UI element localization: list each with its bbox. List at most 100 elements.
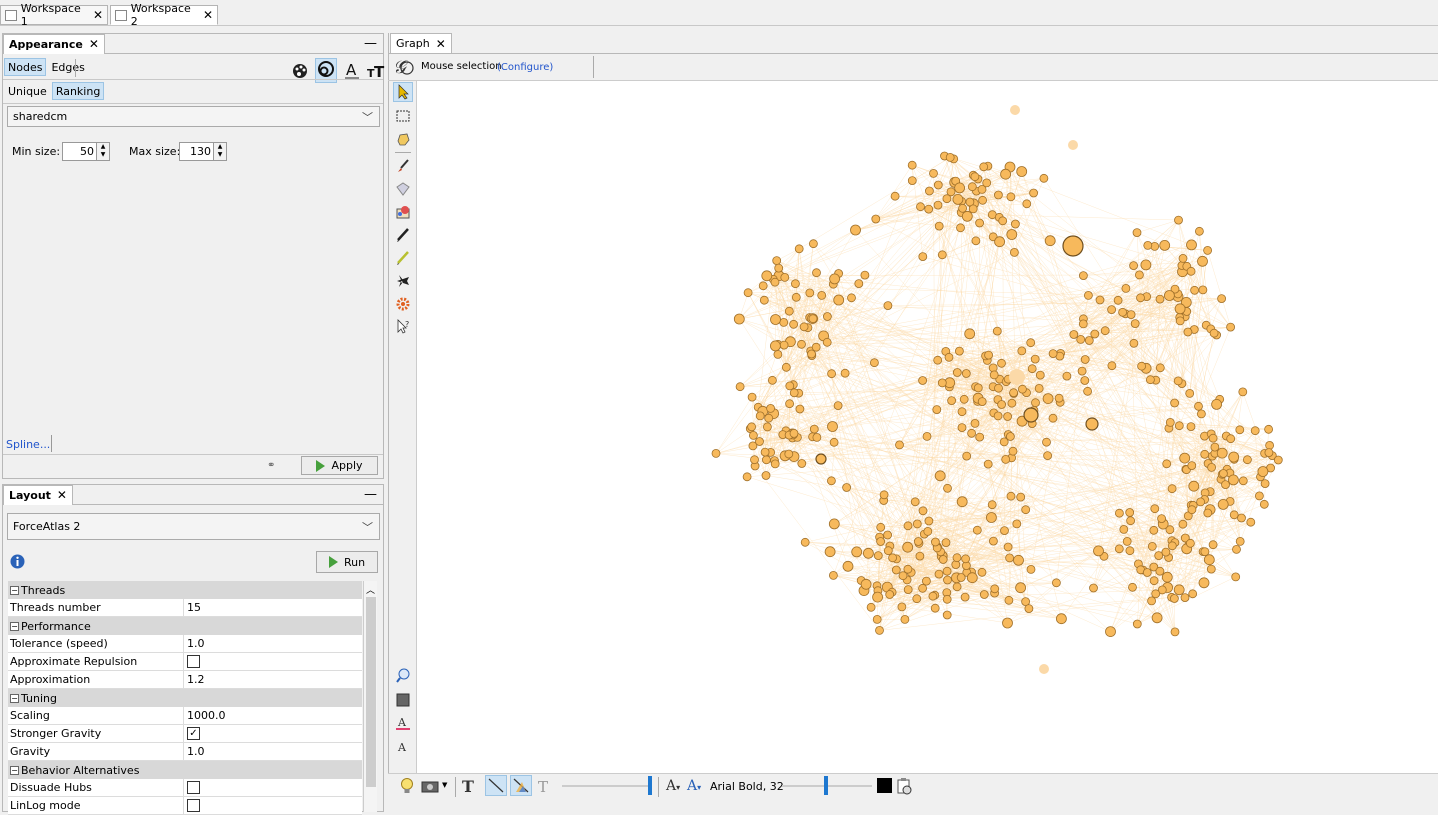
graph-node[interactable] xyxy=(1043,394,1053,404)
graph-node[interactable] xyxy=(1168,485,1176,493)
graph-node[interactable] xyxy=(930,169,938,177)
collapse-icon[interactable]: − xyxy=(10,586,19,595)
graph-node[interactable] xyxy=(1031,355,1039,363)
graph-node[interactable] xyxy=(1230,511,1238,519)
graph-node[interactable] xyxy=(1123,537,1131,545)
graph-node[interactable] xyxy=(1122,284,1130,292)
run-button[interactable]: Run xyxy=(316,551,378,573)
graph-node[interactable] xyxy=(961,593,969,601)
graph-node[interactable] xyxy=(1152,590,1160,598)
graph-node[interactable] xyxy=(1229,452,1239,462)
graph-node[interactable] xyxy=(841,369,849,377)
graph-node[interactable] xyxy=(1170,595,1178,603)
graph-node[interactable] xyxy=(873,592,883,602)
graph-node[interactable] xyxy=(829,571,837,579)
tab-layout[interactable]: Layout ✕ xyxy=(3,485,73,505)
min-size-stepper[interactable]: ▲▼ xyxy=(62,142,110,161)
configure-link[interactable]: (Configure) xyxy=(497,62,553,73)
graph-node[interactable] xyxy=(1101,327,1109,335)
graph-node[interactable] xyxy=(843,561,853,571)
airplane-icon[interactable] xyxy=(395,273,411,289)
graph-node[interactable] xyxy=(768,376,776,384)
graph-node[interactable] xyxy=(1030,189,1038,197)
max-size-input[interactable] xyxy=(180,143,213,160)
zoom-fit-icon[interactable] xyxy=(395,668,411,684)
graph-node[interactable] xyxy=(795,245,803,253)
graph-node[interactable] xyxy=(744,289,752,297)
graph-node[interactable] xyxy=(1260,500,1268,508)
graph-node[interactable] xyxy=(989,537,997,545)
graph-node[interactable] xyxy=(990,371,998,379)
graph-node[interactable] xyxy=(1274,456,1282,464)
graph-node[interactable] xyxy=(872,215,880,223)
graph-hub-node[interactable] xyxy=(1063,236,1083,256)
graph-node[interactable] xyxy=(801,538,809,546)
graph-node[interactable] xyxy=(935,222,943,230)
chevron-down-icon[interactable]: ▼ xyxy=(442,781,447,789)
graph-node[interactable] xyxy=(1049,414,1057,422)
graph-node[interactable] xyxy=(1251,427,1259,435)
graph-node[interactable] xyxy=(953,369,961,377)
stepper-arrows-icon[interactable]: ▲▼ xyxy=(96,143,109,160)
graph-node[interactable] xyxy=(1188,462,1196,470)
graph-node[interactable] xyxy=(938,379,946,387)
graph-node[interactable] xyxy=(988,501,996,509)
graph-node[interactable] xyxy=(1266,441,1274,449)
linlog-mode-checkbox[interactable] xyxy=(187,799,200,812)
graph-node[interactable] xyxy=(946,153,954,161)
graph-node[interactable] xyxy=(1003,618,1013,628)
close-icon[interactable]: ✕ xyxy=(93,8,103,22)
network-graph[interactable] xyxy=(417,81,1438,773)
graph-node[interactable] xyxy=(925,205,933,213)
graph-node[interactable] xyxy=(785,307,793,315)
graph-node[interactable] xyxy=(911,498,919,506)
graph-node[interactable] xyxy=(748,393,756,401)
graph-node[interactable] xyxy=(1084,387,1092,395)
graph-node[interactable] xyxy=(957,497,967,507)
graph-node[interactable] xyxy=(962,370,970,378)
graph-node[interactable] xyxy=(955,347,963,355)
graph-node[interactable] xyxy=(886,591,894,599)
graph-node[interactable] xyxy=(1209,541,1217,549)
graph-node[interactable] xyxy=(1131,320,1139,328)
graph-node[interactable] xyxy=(1091,330,1099,338)
graph-node[interactable] xyxy=(904,586,912,594)
graph-node[interactable] xyxy=(1011,220,1019,228)
label-size-icon[interactable]: A xyxy=(395,738,411,754)
graph-node[interactable] xyxy=(873,615,881,623)
graph-node[interactable] xyxy=(1175,304,1185,314)
show-edges-button[interactable] xyxy=(485,775,507,796)
stepper-arrows-icon[interactable]: ▲▼ xyxy=(213,143,226,160)
graph-node[interactable] xyxy=(957,224,965,232)
graph-node[interactable] xyxy=(938,251,946,259)
graph-node[interactable] xyxy=(1007,230,1017,240)
graph-node[interactable] xyxy=(1218,295,1226,303)
graph-node[interactable] xyxy=(1137,294,1145,302)
graph-node[interactable] xyxy=(734,314,744,324)
graph-node[interactable] xyxy=(1243,456,1251,464)
property-row[interactable]: Threads number15 xyxy=(8,599,362,617)
graph-node[interactable] xyxy=(994,191,1002,199)
graph-node[interactable] xyxy=(1197,498,1205,506)
graph-node[interactable] xyxy=(736,383,744,391)
graph-node[interactable] xyxy=(953,194,963,204)
graph-node[interactable] xyxy=(922,577,930,585)
graph-node[interactable] xyxy=(931,604,939,612)
graph-node[interactable] xyxy=(876,626,884,634)
graph-node[interactable] xyxy=(818,291,826,299)
close-icon[interactable]: ✕ xyxy=(436,37,446,51)
collapse-icon[interactable]: − xyxy=(10,766,19,775)
graph-node[interactable] xyxy=(1127,311,1135,319)
graph-node[interactable] xyxy=(880,491,888,499)
graph-node[interactable] xyxy=(1130,262,1138,270)
graph-node[interactable] xyxy=(1197,410,1205,418)
graph-node[interactable] xyxy=(958,424,966,432)
label-color-swatch[interactable] xyxy=(877,778,892,793)
graph-node[interactable] xyxy=(1043,438,1051,446)
graph-node[interactable] xyxy=(1199,286,1207,294)
graph-node[interactable] xyxy=(1162,572,1172,582)
graph-node[interactable] xyxy=(785,450,793,458)
close-icon[interactable]: ✕ xyxy=(57,488,67,502)
graph-node[interactable] xyxy=(1056,614,1066,624)
graph-node[interactable] xyxy=(1148,597,1156,605)
